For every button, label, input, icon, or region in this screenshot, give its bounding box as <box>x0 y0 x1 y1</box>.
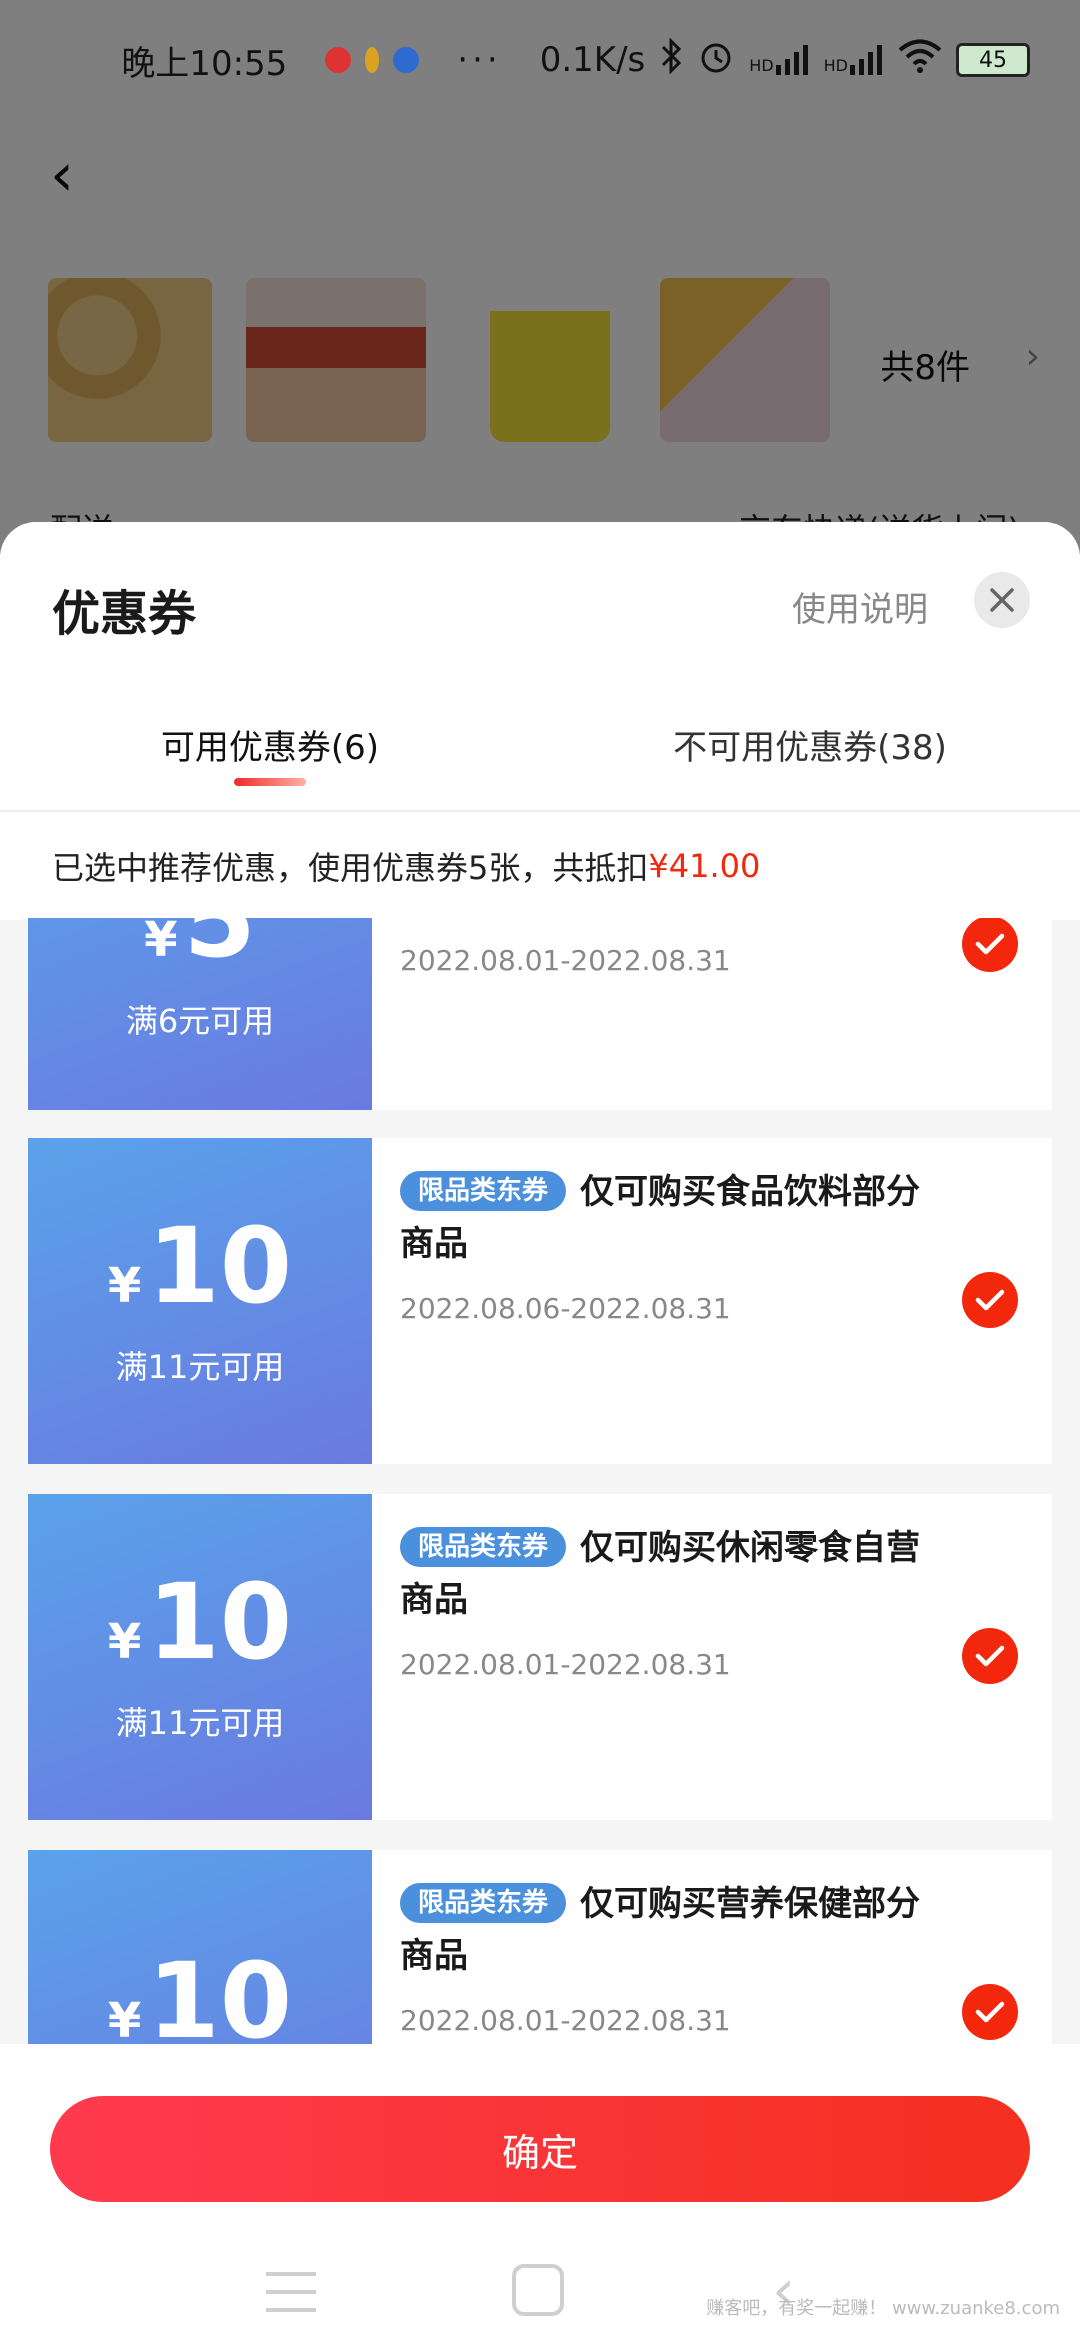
signal-icon: HD <box>749 45 809 75</box>
coupon-threshold: 满11元可用 <box>115 1348 285 1386</box>
tab-label: 可用优惠券(6) <box>160 728 380 768</box>
coupon-amount-line: ¥ 10 <box>108 1214 292 1318</box>
coupon-validity: 2022.08.01-2022.08.31 <box>400 2004 731 2037</box>
bluetooth-icon <box>659 36 683 83</box>
currency-symbol: ¥ <box>107 1614 142 1670</box>
coupon-sheet: 优惠券 使用说明 可用优惠券(6) 不可用优惠券(38) 已选中推荐优惠，使用优… <box>0 522 1080 2340</box>
coupon-amount: 5 <box>183 918 256 981</box>
coupon-description: 限品类东券 仅可购买食品饮料部分商品 <box>400 1166 952 1270</box>
tab-label: 不可用优惠券(38) <box>673 728 947 768</box>
status-bar: 晚上10:55 ··· 0.1K/s HD HD 45 <box>0 0 1080 120</box>
checkmark-icon[interactable] <box>962 1628 1018 1684</box>
close-button[interactable] <box>974 572 1030 628</box>
menu-icon[interactable] <box>266 2272 316 2312</box>
coupon-description: 限品类东券 仅可购买营养保健部分商品 <box>400 1878 952 1982</box>
coupon-list[interactable]: ¥ 5 满6元可用 2022.08.01-2022.08.31 ¥ 10 满11… <box>0 918 1080 2048</box>
coupon-amount-line: ¥ 5 <box>144 918 256 972</box>
close-icon <box>990 588 1014 612</box>
usage-instructions-link[interactable]: 使用说明 <box>792 582 928 631</box>
net-speed: 0.1K/s <box>539 40 646 80</box>
currency-symbol: ¥ <box>144 918 178 968</box>
home-icon[interactable] <box>512 2264 564 2316</box>
coupon-amount: 10 <box>147 1561 293 1683</box>
coupon-card[interactable]: ¥ 5 满6元可用 2022.08.01-2022.08.31 <box>22 918 1052 1110</box>
currency-symbol: ¥ <box>107 1258 142 1314</box>
coupon-value-panel: ¥ 10 满11元可用 <box>22 1494 372 1820</box>
wifi-icon <box>898 39 942 82</box>
sheet-footer: 确定 ‹ 赚客吧，有奖一起赚！ www.zuanke8.com <box>0 2044 1080 2340</box>
currency-symbol: ¥ <box>107 1993 142 2048</box>
checkmark-icon[interactable] <box>962 1984 1018 2040</box>
coupon-category-tag: 限品类东券 <box>400 1883 567 1923</box>
coupon-validity: 2022.08.06-2022.08.31 <box>400 1292 731 1325</box>
summary-amount: ¥41.00 <box>648 847 761 885</box>
coupon-tabs: 可用优惠券(6) 不可用优惠券(38) <box>0 682 1080 812</box>
coupon-amount: 10 <box>147 1940 293 2048</box>
checkmark-icon[interactable] <box>962 1272 1018 1328</box>
coupon-category-tag: 限品类东券 <box>400 1171 567 1211</box>
coupon-value-panel: ¥ 10 满11元可用 <box>22 1138 372 1464</box>
checkmark-icon[interactable] <box>962 918 1018 972</box>
status-time: 晚上10:55 <box>121 43 288 84</box>
coupon-card[interactable]: ¥ 10 满11元可用 限品类东券 仅可购买休闲零食自营商品 2022.08.01… <box>22 1494 1052 1820</box>
coupon-card[interactable]: ¥ 10 限品类东券 仅可购买营养保健部分商品 2022.08.01-2022.0… <box>22 1850 1052 2048</box>
coupon-validity: 2022.08.01-2022.08.31 <box>400 1648 731 1681</box>
coupon-value-panel: ¥ 10 <box>22 1850 372 2048</box>
confirm-button[interactable]: 确定 <box>50 2096 1030 2202</box>
battery-icon: 45 <box>956 43 1030 77</box>
discount-summary: 已选中推荐优惠，使用优惠券5张，共抵扣 ¥41.00 <box>0 812 1080 920</box>
signal-label: HD <box>823 56 848 75</box>
coupon-details: 限品类东券 仅可购买休闲零食自营商品 2022.08.01-2022.08.31 <box>372 1494 1052 1820</box>
coupon-details: 限品类东券 仅可购买食品饮料部分商品 2022.08.06-2022.08.31 <box>372 1138 1052 1464</box>
summary-text: 已选中推荐优惠，使用优惠券5张，共抵扣 <box>52 849 649 887</box>
tab-indicator <box>234 778 306 786</box>
coupon-amount-line: ¥ 10 <box>108 1570 292 1674</box>
signal-label: HD <box>749 56 774 75</box>
coupon-threshold: 满11元可用 <box>115 1704 285 1742</box>
signal-icon: HD <box>824 45 884 75</box>
coupon-description: 限品类东券 仅可购买休闲零食自营商品 <box>400 1522 952 1626</box>
coupon-validity: 2022.08.01-2022.08.31 <box>400 944 731 977</box>
watermark: 赚客吧，有奖一起赚！ www.zuanke8.com <box>706 2298 1060 2319</box>
notification-icon <box>393 47 420 73</box>
coupon-value-panel: ¥ 5 满6元可用 <box>22 918 372 1110</box>
alarm-icon <box>697 37 735 84</box>
tab-unavailable[interactable]: 不可用优惠券(38) <box>540 682 1080 810</box>
notification-icon <box>365 47 380 73</box>
tab-available[interactable]: 可用优惠券(6) <box>0 682 540 810</box>
coupon-category-tag: 限品类东券 <box>400 1527 567 1567</box>
sheet-title: 优惠券 <box>52 586 197 642</box>
sheet-header: 优惠券 使用说明 <box>0 522 1080 682</box>
coupon-card[interactable]: ¥ 10 满11元可用 限品类东券 仅可购买食品饮料部分商品 2022.08.06… <box>22 1138 1052 1464</box>
more-notifications-icon: ··· <box>457 40 502 80</box>
coupon-details: 限品类东券 仅可购买营养保健部分商品 2022.08.01-2022.08.31 <box>372 1850 1052 2048</box>
coupon-amount-line: ¥ 10 <box>108 1949 292 2048</box>
coupon-threshold: 满6元可用 <box>125 1002 275 1040</box>
coupon-details: 2022.08.01-2022.08.31 <box>372 918 1052 1110</box>
coupon-amount: 10 <box>147 1205 293 1327</box>
notification-icon <box>325 47 352 73</box>
